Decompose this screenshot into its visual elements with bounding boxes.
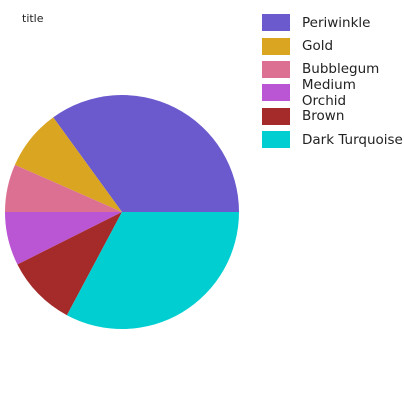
legend-label: Bubblegum	[302, 61, 380, 78]
legend-item: Periwinkle	[262, 11, 404, 34]
legend-label: Gold	[302, 38, 334, 55]
legend-swatch	[262, 37, 290, 55]
legend-swatch	[262, 14, 290, 32]
chart-title: title	[22, 12, 44, 25]
legend-swatch	[262, 107, 290, 125]
legend-label: Periwinkle	[302, 14, 371, 31]
legend-item: Gold	[262, 34, 404, 57]
legend-label: Brown	[302, 108, 345, 125]
legend-item: Dark Turquoise	[262, 128, 404, 151]
legend-swatch	[262, 131, 290, 149]
legend-swatch	[262, 60, 290, 78]
legend-item: Medium Orchid	[262, 77, 404, 109]
legend: Periwinkle Gold Bubblegum Medium Orchid Brow…	[262, 11, 404, 151]
legend-label: Medium Orchid	[301, 76, 356, 109]
legend-label: Dark Turquoise	[302, 131, 403, 148]
legend-swatch	[262, 84, 290, 102]
